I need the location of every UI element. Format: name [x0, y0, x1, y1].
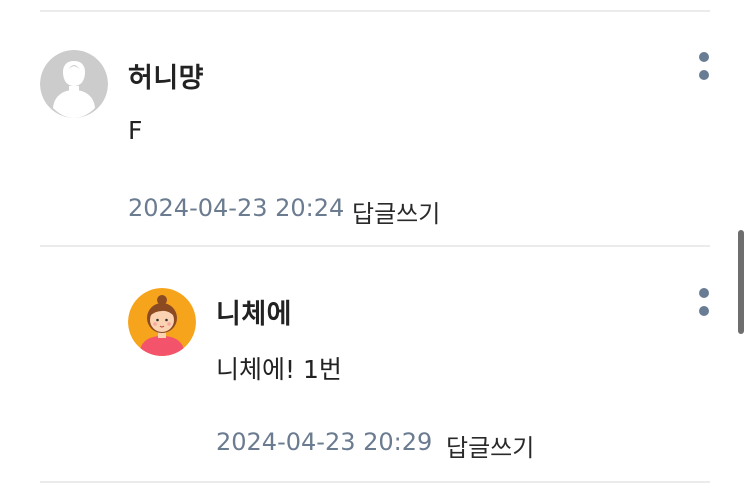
girl-character-icon[interactable]	[128, 288, 196, 356]
reply-button[interactable]: 답글쓰기	[352, 194, 440, 229]
comment-body: 니체에! 1번	[216, 355, 342, 384]
comment-date: 2024-04-23 20:24	[128, 194, 345, 222]
default-user-icon[interactable]	[40, 50, 108, 118]
divider-top	[40, 10, 710, 12]
comment-date: 2024-04-23 20:29	[216, 428, 433, 456]
more-vertical-icon[interactable]	[692, 50, 716, 90]
comment-body: F	[128, 116, 143, 145]
divider	[40, 245, 710, 247]
comment-nickname[interactable]: 허니먕	[128, 56, 204, 95]
comment-list: 허니먕 F 2024-04-23 20:24 답글쓰기 니체에 니체에! 1번 …	[0, 0, 750, 502]
comment-nickname[interactable]: 니체에	[216, 292, 292, 331]
divider-bottom	[40, 481, 710, 483]
scrollbar-thumb[interactable]	[738, 230, 744, 334]
more-vertical-icon[interactable]	[692, 286, 716, 326]
reply-button[interactable]: 답글쓰기	[446, 428, 534, 463]
